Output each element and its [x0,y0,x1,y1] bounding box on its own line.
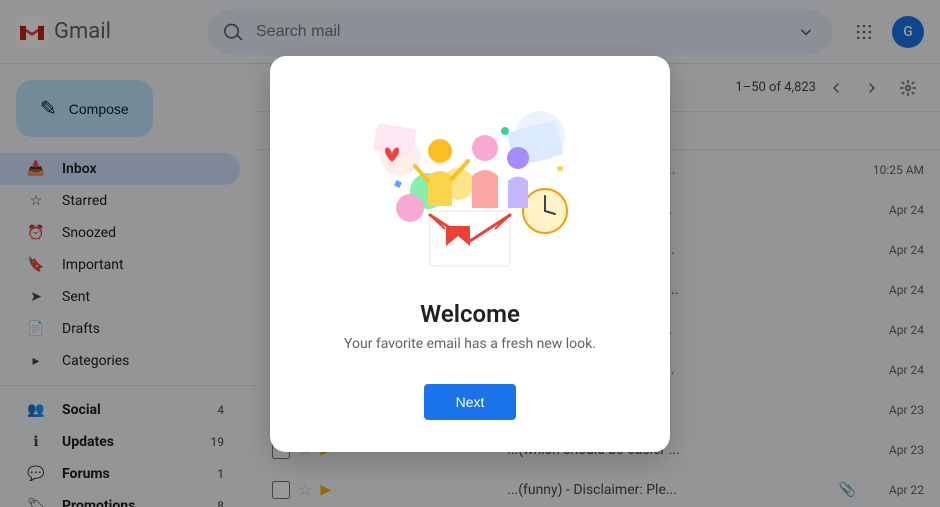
modal-overlay: Welcome Your favorite email has a fresh … [0,0,940,507]
welcome-illustration [350,96,590,276]
next-button[interactable]: Next [424,384,517,420]
modal-subtitle: Your favorite email has a fresh new look… [344,336,596,352]
welcome-modal: Welcome Your favorite email has a fresh … [270,56,670,452]
modal-title: Welcome [420,300,520,328]
modal-illustration [350,96,590,276]
